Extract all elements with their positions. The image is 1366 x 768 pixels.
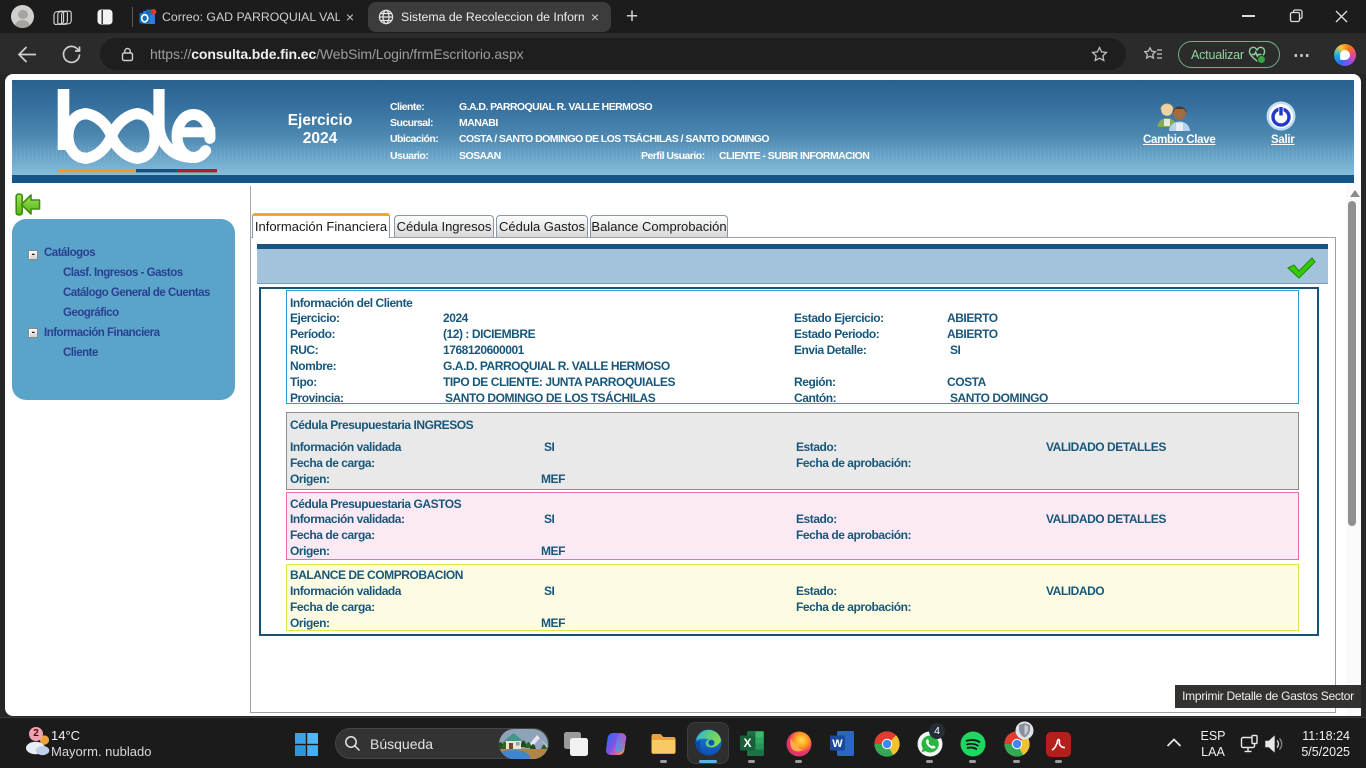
svg-text:W: W bbox=[832, 738, 843, 750]
svg-text:X: X bbox=[743, 736, 751, 750]
